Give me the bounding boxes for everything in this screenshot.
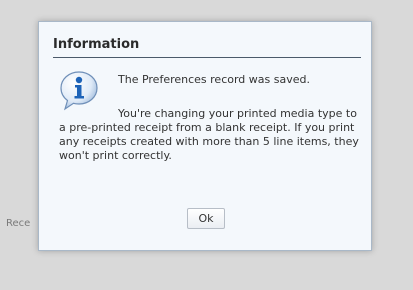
dialog-title: Information xyxy=(53,37,140,52)
information-dialog: Information The Preferences record was s… xyxy=(38,21,372,251)
message-warning: You're changing your printed media type … xyxy=(59,107,359,162)
dialog-message: The Preferences record was saved. You're… xyxy=(59,69,359,163)
dialog-header: Information xyxy=(53,35,361,58)
message-saved: The Preferences record was saved. xyxy=(118,73,310,86)
background-partial-label: Rece xyxy=(6,218,31,229)
ok-button[interactable]: Ok xyxy=(187,208,225,229)
